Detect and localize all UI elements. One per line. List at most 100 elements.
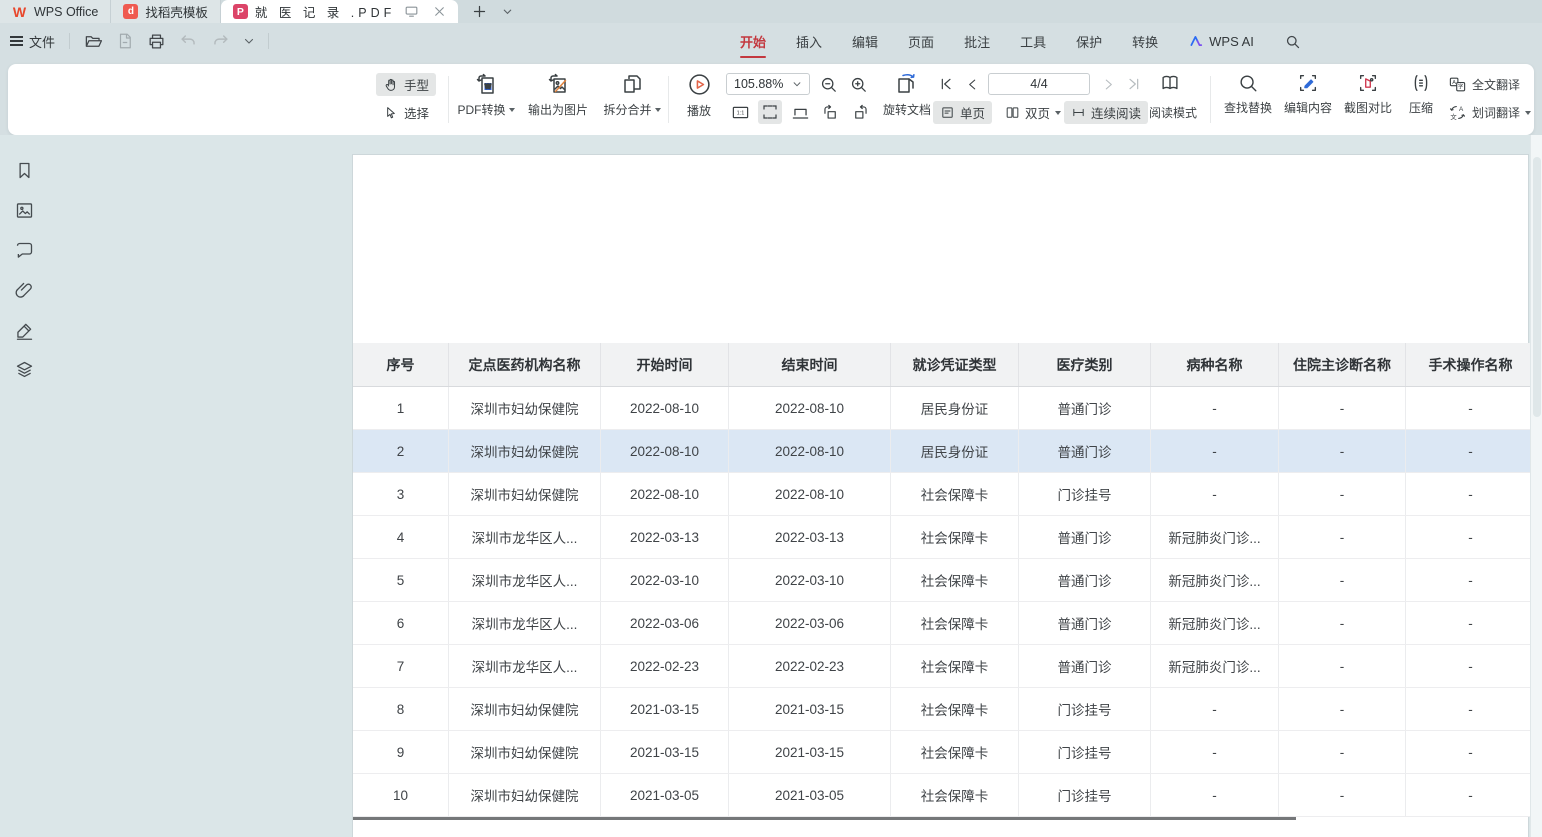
screenshot-compare-button[interactable]: 截图对比 [1340, 72, 1396, 116]
table-cell: 社会保障卡 [891, 688, 1019, 730]
export-image-button[interactable]: 输出为图片 [522, 72, 594, 118]
present-monitor-icon[interactable] [402, 3, 420, 21]
single-page-button[interactable]: 单页 [933, 101, 992, 124]
menu-item[interactable]: 保护 [1076, 23, 1102, 59]
table-row[interactable]: 5深圳市龙华区人...2022-03-102022-03-10社会保障卡普通门诊… [353, 559, 1530, 602]
full-translate-button[interactable]: A字 全文翻译 [1448, 75, 1520, 94]
table-cell: - [1151, 473, 1279, 515]
tab-list-chevron-icon[interactable] [498, 3, 516, 21]
table-row[interactable]: 1深圳市妇幼保健院2022-08-102022-08-10居民身份证普通门诊--… [353, 387, 1530, 430]
tab-wps-office[interactable]: W WPS Office [0, 0, 111, 23]
layers-panel-button[interactable] [11, 356, 37, 382]
menu-item[interactable]: 开始 [740, 23, 766, 59]
first-page-button[interactable] [934, 72, 958, 96]
table-row[interactable]: 6深圳市龙华区人...2022-03-062022-03-06社会保障卡普通门诊… [353, 602, 1530, 645]
table-row[interactable]: 10深圳市妇幼保健院2021-03-052021-03-05社会保障卡门诊挂号-… [353, 774, 1530, 817]
table-cell: - [1406, 645, 1530, 687]
menu-bar: 文件 [0, 23, 1542, 59]
thumbnails-panel-button[interactable] [11, 197, 37, 223]
read-mode-button[interactable]: 阅读模式 [1144, 104, 1202, 121]
window-tab-bar: W WPS Office d 找稻壳模板 P 就 医 记 录 .PDF [0, 0, 1542, 23]
select-tool-button[interactable]: 选择 [376, 101, 436, 124]
fit-page-button[interactable] [758, 100, 782, 124]
table-row[interactable]: 4深圳市龙华区人...2022-03-132022-03-13社会保障卡普通门诊… [353, 516, 1530, 559]
divider [69, 33, 70, 49]
save-icon[interactable] [116, 32, 134, 50]
compress-button[interactable]: 压缩 [1400, 72, 1442, 116]
menu-item[interactable]: 批注 [964, 23, 990, 59]
pdf-page[interactable]: 序号定点医药机构名称开始时间结束时间就诊凭证类型医疗类别病种名称住院主诊断名称手… [352, 154, 1529, 837]
table-bottom-border [353, 817, 1296, 820]
scrollbar-thumb[interactable] [1533, 157, 1541, 417]
table-cell: 普通门诊 [1019, 516, 1151, 558]
rotate-right-button[interactable] [848, 100, 872, 124]
menu-item[interactable]: 转换 [1132, 23, 1158, 59]
svg-text:W: W [485, 84, 492, 91]
page-number-input[interactable]: 4/4 [988, 73, 1090, 95]
comment-icon [14, 240, 35, 261]
chevron-down-icon [509, 108, 515, 112]
table-cell: 深圳市妇幼保健院 [449, 430, 601, 472]
continuous-read-button[interactable]: 连续阅读 [1064, 101, 1148, 124]
find-replace-icon [1237, 72, 1259, 94]
menu-item[interactable]: 工具 [1020, 23, 1046, 59]
new-tab-plus-icon[interactable] [470, 3, 488, 21]
single-page-label: 单页 [960, 103, 985, 122]
menu-item[interactable]: 页面 [908, 23, 934, 59]
bookmarks-panel-button[interactable] [11, 157, 37, 183]
menu-item[interactable]: 插入 [796, 23, 822, 59]
zoom-out-icon [819, 75, 838, 94]
redo-icon[interactable] [211, 32, 230, 51]
cursor-icon [383, 105, 399, 121]
wps-ai-button[interactable]: WPS AI [1188, 34, 1254, 49]
pdf-convert-button[interactable]: W PDF转换 [452, 72, 520, 118]
comments-panel-button[interactable] [11, 237, 37, 263]
rotate-document-button[interactable]: 旋转文档 [876, 72, 938, 118]
edit-content-button[interactable]: 编辑内容 [1280, 72, 1336, 116]
close-tab-icon[interactable] [430, 3, 448, 21]
split-merge-icon [620, 72, 644, 96]
attachments-panel-button[interactable] [11, 277, 37, 303]
menu-item[interactable]: 编辑 [852, 23, 878, 59]
split-merge-button[interactable]: 拆分合并 [596, 72, 668, 118]
zoom-level-select[interactable]: 105.88% [726, 73, 810, 95]
table-row[interactable]: 9深圳市妇幼保健院2021-03-152021-03-15社会保障卡门诊挂号--… [353, 731, 1530, 774]
pen-icon [14, 320, 35, 341]
open-file-icon[interactable] [84, 32, 103, 51]
previous-page-button[interactable] [960, 72, 984, 96]
fit-width-button[interactable] [788, 100, 812, 124]
file-menu-button[interactable]: 文件 [10, 32, 55, 51]
continuous-read-label: 连续阅读 [1091, 103, 1141, 122]
double-page-button[interactable]: 双页 [998, 101, 1068, 124]
print-icon[interactable] [147, 32, 166, 51]
vertical-scrollbar[interactable] [1530, 135, 1542, 837]
table-cell: 社会保障卡 [891, 473, 1019, 515]
tab-docer-templates[interactable]: d 找稻壳模板 [111, 0, 221, 23]
find-replace-button[interactable]: 查找替换 [1220, 72, 1276, 116]
table-row[interactable]: 3深圳市妇幼保健院2022-08-102022-08-10社会保障卡门诊挂号--… [353, 473, 1530, 516]
next-page-button[interactable] [1096, 72, 1120, 96]
table-row[interactable]: 8深圳市妇幼保健院2021-03-152021-03-15社会保障卡门诊挂号--… [353, 688, 1530, 731]
menu-search-icon[interactable] [1284, 33, 1301, 50]
rotate-left-button[interactable] [818, 100, 842, 124]
annotation-panel-button[interactable] [11, 317, 37, 343]
zoom-out-button[interactable] [816, 72, 840, 96]
read-mode-icon-box[interactable] [1158, 71, 1182, 95]
table-cell: 社会保障卡 [891, 645, 1019, 687]
last-page-button[interactable] [1122, 72, 1146, 96]
hand-tool-button[interactable]: 手型 [376, 73, 436, 96]
actual-size-button[interactable]: 1:1 [728, 100, 752, 124]
svg-text:文: 文 [1450, 112, 1457, 121]
tab-document-pdf[interactable]: P 就 医 记 录 .PDF [221, 0, 458, 23]
zoom-in-button[interactable] [846, 72, 870, 96]
table-row[interactable]: 7深圳市龙华区人...2022-02-232022-02-23社会保障卡普通门诊… [353, 645, 1530, 688]
word-translate-button[interactable]: A文 划词翻译 [1448, 103, 1531, 122]
table-row[interactable]: 2深圳市妇幼保健院2022-08-102022-08-10居民身份证普通门诊--… [353, 430, 1530, 473]
undo-icon[interactable] [179, 32, 198, 51]
quickbar-more-chevron-icon[interactable] [243, 35, 255, 47]
table-cell: 深圳市妇幼保健院 [449, 774, 601, 816]
table-cell: 普通门诊 [1019, 559, 1151, 601]
chevron-down-icon [655, 108, 661, 112]
table-cell: 普通门诊 [1019, 387, 1151, 429]
play-button[interactable]: 播放 [676, 72, 722, 119]
